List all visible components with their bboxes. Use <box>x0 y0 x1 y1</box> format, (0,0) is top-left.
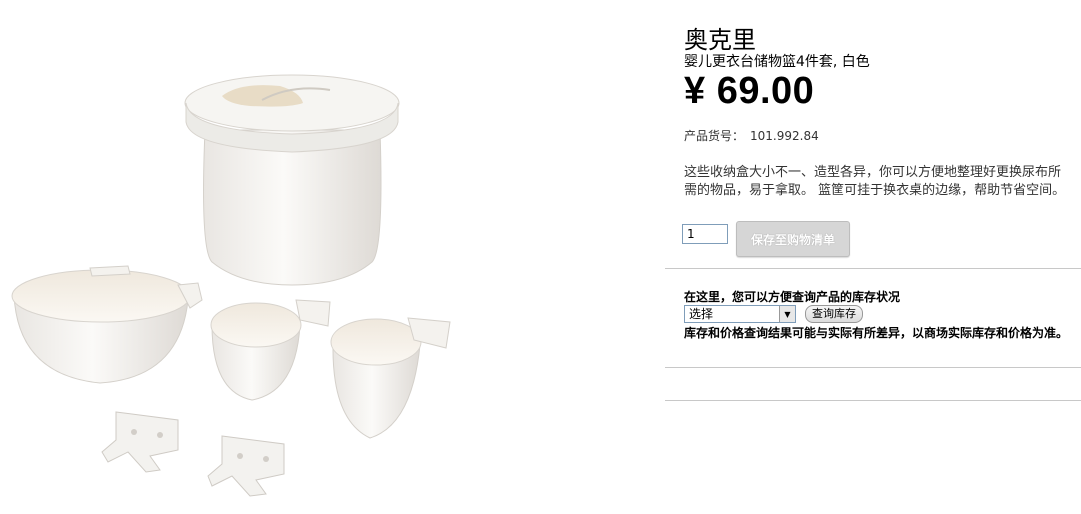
small-basket-left <box>210 299 331 401</box>
product-title: 奥克里 <box>684 26 756 54</box>
product-price: ¥ 69.00 <box>684 70 815 112</box>
product-description: 这些收纳盒大小不一、造型各异，你可以方便地整理好更换尿布所需的物品，易于拿取。 … <box>684 165 1066 198</box>
article-number: 101.992.84 <box>750 129 819 143</box>
bracket-left <box>101 411 179 473</box>
check-stock-button[interactable]: 查询库存 <box>805 305 863 323</box>
stock-check-title: 在这里，您可以方便查询产品的库存状况 <box>684 290 901 304</box>
chevron-down-icon[interactable]: ▼ <box>779 306 795 322</box>
product-subtitle: 婴儿更衣台储物篮4件套, 白色 <box>684 54 870 70</box>
article-number-label: 产品货号： <box>684 129 745 143</box>
quantity-input[interactable] <box>682 224 728 244</box>
save-to-shopping-list-button[interactable]: 保存至购物清单 <box>736 221 850 257</box>
product-image <box>0 0 640 510</box>
product-photo <box>11 74 451 497</box>
divider-middle <box>665 367 1081 368</box>
lidded-container <box>184 74 400 286</box>
stock-disclaimer: 库存和价格查询结果可能与实际有所差异，以商场实际库存和价格为准。 <box>684 326 1069 340</box>
store-select[interactable]: 选择 ▼ <box>684 305 796 323</box>
divider-bottom <box>665 400 1081 401</box>
store-select-value: 选择 <box>689 307 714 321</box>
bracket-right <box>207 435 285 497</box>
large-basket <box>11 265 203 384</box>
divider-top <box>665 268 1081 269</box>
small-basket-right <box>330 317 451 439</box>
article-number-row: 产品货号： 101.992.84 <box>684 127 819 144</box>
